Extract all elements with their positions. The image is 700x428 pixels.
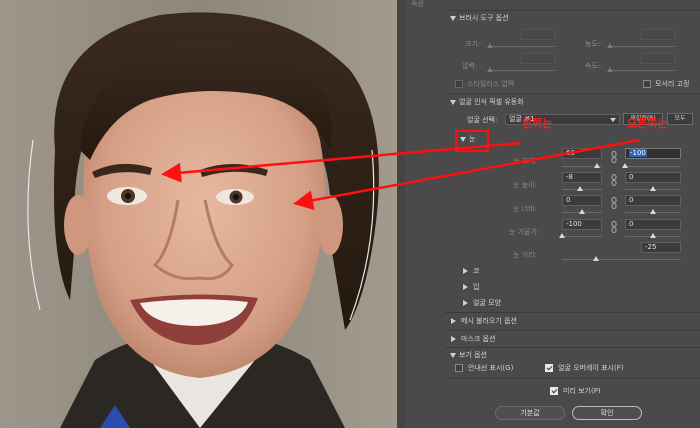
image-canvas[interactable] <box>0 0 397 428</box>
pressure-field[interactable] <box>521 53 555 64</box>
eye-size-left-field[interactable]: 60 <box>562 148 602 159</box>
rate-field[interactable] <box>641 53 675 64</box>
eye-distance-label: 눈 거리: <box>513 251 537 259</box>
eye-distance-field[interactable]: -25 <box>641 242 681 253</box>
size-slider[interactable] <box>487 43 493 48</box>
face-all-button[interactable]: 모두 <box>667 113 693 125</box>
link-icon[interactable] <box>611 151 617 163</box>
view-section-toggle-icon[interactable] <box>450 353 456 358</box>
size-field[interactable] <box>521 29 555 40</box>
preview-label: 미리 보기(P) <box>563 387 601 395</box>
density-label: 농도: <box>585 40 601 48</box>
face-shape-label[interactable]: 얼굴 모양 <box>473 299 501 308</box>
eye-height-label: 눈 높이: <box>513 181 537 189</box>
canvas-divider <box>397 0 405 428</box>
show-guides-label: 안내선 표시(G) <box>468 364 514 372</box>
pin-edges-checkbox[interactable] <box>643 80 651 88</box>
rate-slider[interactable] <box>607 67 613 72</box>
liquify-properties-panel: 속성 브러시 도구 옵션 크기: 농도: 압력: 속도: 스타일러스 압력 모서… <box>405 0 700 428</box>
eyes-toggle-icon[interactable] <box>460 137 466 142</box>
eye-tilt-right-slider[interactable] <box>650 233 656 238</box>
panel-header: 속성 <box>411 0 424 8</box>
ok-button[interactable]: 확인 <box>572 406 642 420</box>
pressure-label: 압력: <box>462 62 478 70</box>
eye-height-left-slider[interactable] <box>577 186 583 191</box>
mouth-toggle-icon[interactable] <box>463 284 468 290</box>
eyes-label[interactable]: 눈 <box>469 135 475 144</box>
size-label: 크기: <box>465 40 481 48</box>
face-select-label: 얼굴 선택: <box>467 116 498 124</box>
eye-distance-slider[interactable] <box>593 256 599 261</box>
eye-tilt-left-field[interactable]: -100 <box>562 219 602 230</box>
show-face-overlay-checkbox[interactable] <box>545 364 553 372</box>
pressure-slider[interactable] <box>487 67 493 72</box>
eye-size-right-field[interactable]: -100 <box>625 148 681 159</box>
eye-height-left-field[interactable]: -8 <box>562 172 602 183</box>
density-field[interactable] <box>641 29 675 40</box>
face-section-toggle-icon[interactable] <box>450 100 456 105</box>
show-guides-checkbox[interactable] <box>455 364 463 372</box>
default-button[interactable]: 기본값 <box>495 406 565 420</box>
eye-width-label: 눈 너비: <box>513 205 537 213</box>
eye-size-right-slider[interactable] <box>622 163 628 168</box>
preview-checkbox[interactable] <box>550 387 558 395</box>
brush-section-toggle-icon[interactable] <box>450 16 456 21</box>
eye-height-right-field[interactable]: 0 <box>625 172 681 183</box>
nose-label[interactable]: 코 <box>473 267 479 276</box>
mouth-label[interactable]: 입 <box>473 283 479 292</box>
stylus-pressure-checkbox[interactable] <box>455 80 463 88</box>
eye-tilt-label: 눈 기울기: <box>509 228 540 236</box>
face-reset-button[interactable]: 재설정(R) <box>623 113 663 125</box>
chevron-down-icon <box>610 118 616 122</box>
eye-width-right-field[interactable]: 0 <box>625 195 681 206</box>
face-section-title[interactable]: 얼굴 인식 픽셀 유동화 <box>459 98 524 107</box>
link-icon[interactable] <box>611 197 617 209</box>
link-icon[interactable] <box>611 221 617 233</box>
mask-section-title[interactable]: 마스크 옵션 <box>461 335 495 344</box>
density-slider[interactable] <box>607 43 613 48</box>
brush-section-title[interactable]: 브러시 도구 옵션 <box>459 14 509 23</box>
eye-tilt-right-field[interactable]: 0 <box>625 219 681 230</box>
view-section-title[interactable]: 보기 옵션 <box>459 351 487 360</box>
face-shape-toggle-icon[interactable] <box>463 300 468 306</box>
eye-width-left-slider[interactable] <box>579 209 585 214</box>
mesh-section-title[interactable]: 메시 불러오기 옵션 <box>461 317 517 326</box>
stylus-pressure-label: 스타일러스 압력 <box>467 80 515 88</box>
eye-width-right-slider[interactable] <box>650 209 656 214</box>
eye-height-right-slider[interactable] <box>650 186 656 191</box>
mesh-section-toggle-icon[interactable] <box>451 318 456 324</box>
eye-width-left-field[interactable]: 0 <box>562 195 602 206</box>
link-icon[interactable] <box>611 174 617 186</box>
pin-edges-label: 모서리 고정 <box>655 80 690 88</box>
face-select-dropdown[interactable]: 얼굴 #1 <box>505 114 620 125</box>
nose-toggle-icon[interactable] <box>463 268 468 274</box>
eye-size-left-slider[interactable] <box>594 163 600 168</box>
eye-tilt-left-slider[interactable] <box>559 233 565 238</box>
portrait-photo <box>0 0 397 428</box>
rate-label: 속도: <box>585 62 601 70</box>
mask-section-toggle-icon[interactable] <box>451 336 456 342</box>
eye-size-label: 눈 크기: <box>513 157 537 165</box>
show-face-overlay-label: 얼굴 오버레이 표시(F) <box>558 364 624 372</box>
